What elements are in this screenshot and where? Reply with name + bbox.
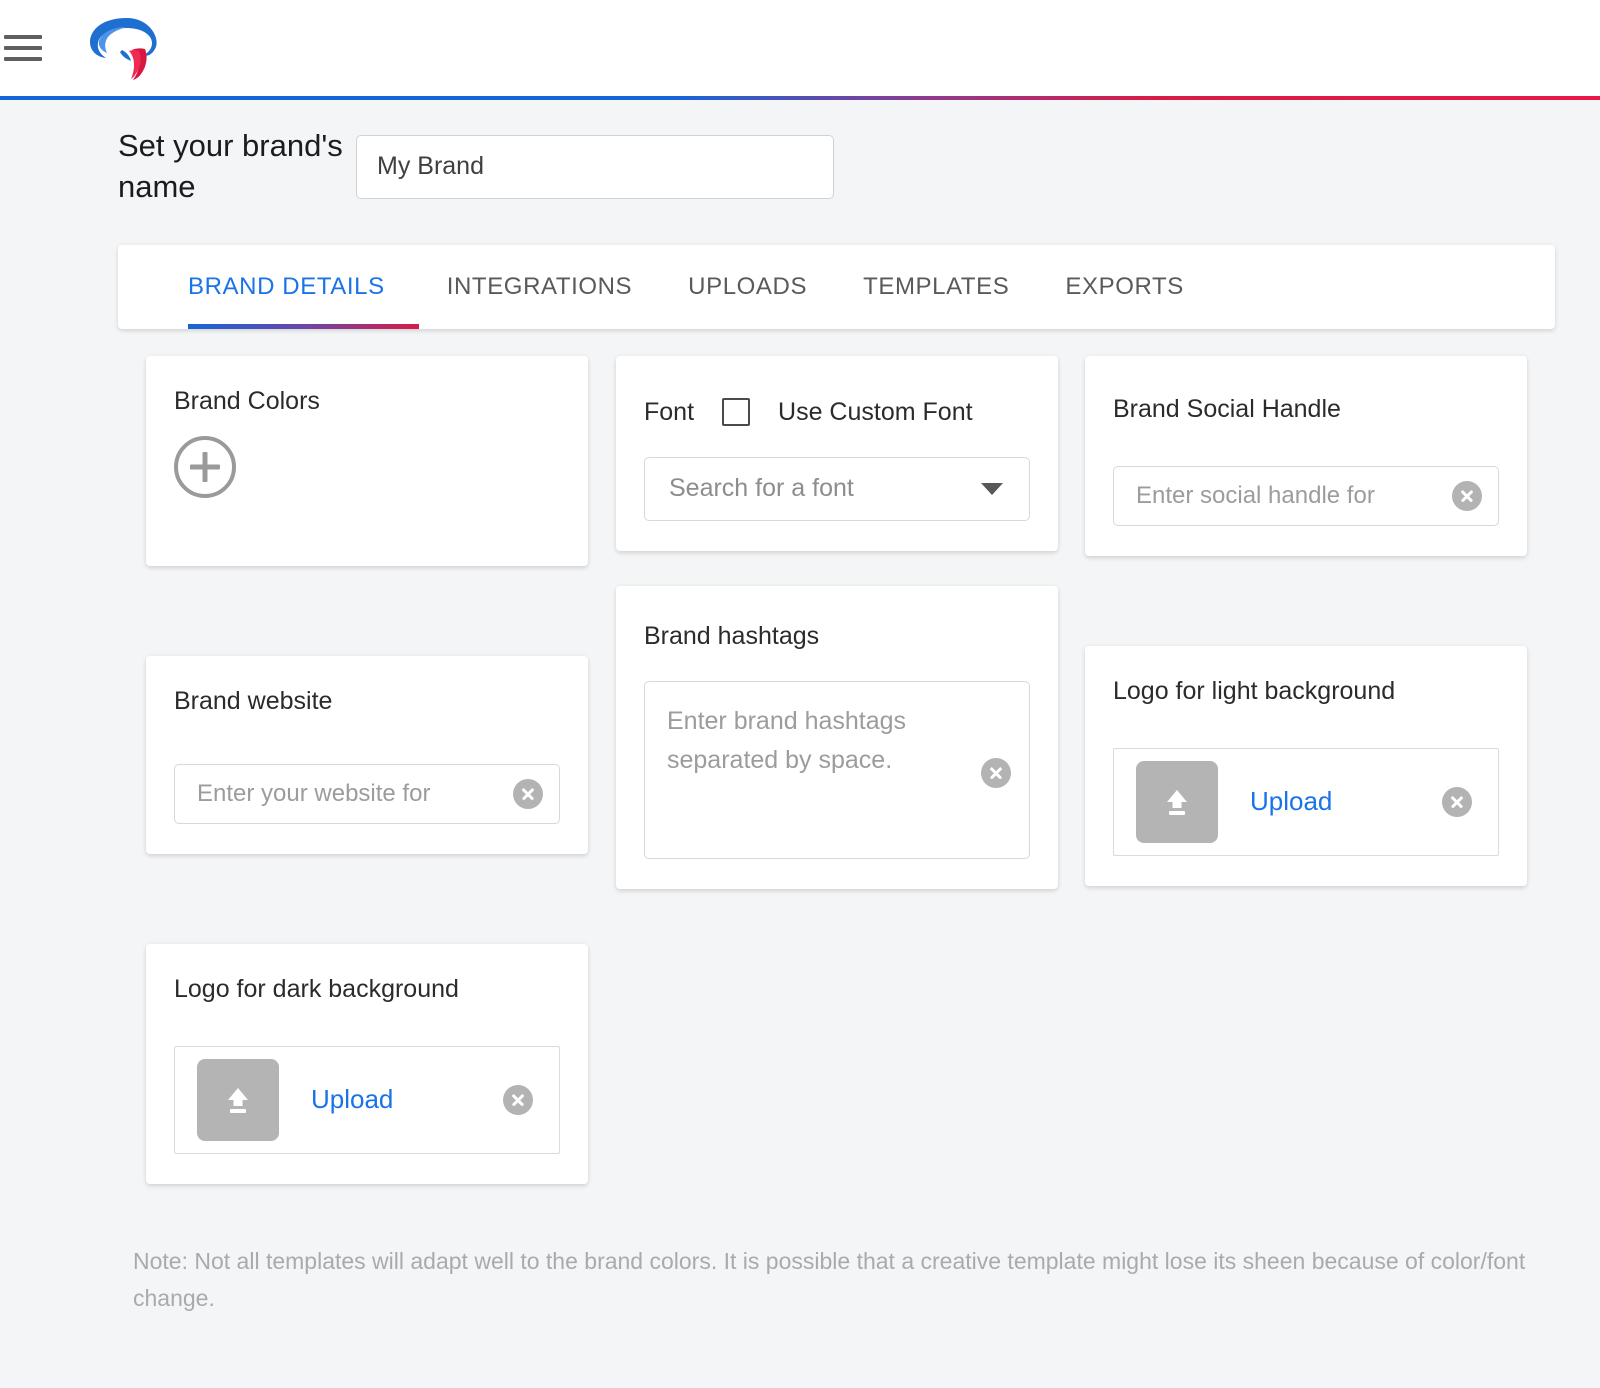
- brand-name-label: Set your brand's name: [118, 126, 352, 208]
- brand-website-input[interactable]: [175, 765, 513, 823]
- tab-label: INTEGRATIONS: [447, 273, 632, 301]
- logo-dark-upload-link[interactable]: Upload: [311, 1084, 503, 1115]
- clear-circle-icon[interactable]: [503, 1085, 533, 1115]
- card-logo-light: Logo for light background Upload: [1085, 646, 1527, 886]
- grid-column-middle: Font Use Custom Font Search for a font B…: [616, 356, 1058, 889]
- hamburger-line: [4, 35, 42, 39]
- brand-website-title: Brand website: [174, 686, 560, 716]
- upload-arrow-icon[interactable]: [197, 1059, 279, 1141]
- card-brand-website: Brand website: [146, 656, 588, 854]
- hamburger-line: [4, 46, 42, 50]
- clear-circle-icon[interactable]: [981, 758, 1011, 788]
- brand-hashtags-field[interactable]: Enter brand hashtags separated by space.: [644, 681, 1030, 859]
- top-bar: [0, 0, 1600, 96]
- card-font: Font Use Custom Font Search for a font: [616, 356, 1058, 551]
- brand-logo-icon[interactable]: [80, 10, 172, 86]
- tab-label: TEMPLATES: [863, 273, 1009, 301]
- brand-hashtags-placeholder: Enter brand hashtags separated by space.: [667, 702, 967, 780]
- clear-circle-icon[interactable]: [513, 779, 543, 809]
- footer-note: Note: Not all templates will adapt well …: [133, 1243, 1533, 1318]
- font-search-select[interactable]: Search for a font: [644, 457, 1030, 521]
- logo-dark-title: Logo for dark background: [174, 974, 560, 1004]
- tab-brand-details[interactable]: BRAND DETAILS: [188, 245, 419, 329]
- tab-bar: BRAND DETAILS INTEGRATIONS UPLOADS TEMPL…: [118, 245, 1555, 329]
- use-custom-font-checkbox[interactable]: [722, 398, 750, 426]
- font-header-row: Font Use Custom Font: [644, 398, 1030, 427]
- logo-light-title: Logo for light background: [1113, 676, 1499, 706]
- plus-circle-icon[interactable]: [174, 436, 236, 498]
- tab-templates[interactable]: TEMPLATES: [835, 245, 1037, 329]
- card-logo-dark: Logo for dark background Upload: [146, 944, 588, 1184]
- hamburger-menu-icon[interactable]: [4, 35, 44, 61]
- tab-integrations[interactable]: INTEGRATIONS: [419, 245, 660, 329]
- logo-light-upload-link[interactable]: Upload: [1250, 786, 1442, 817]
- tab-label: UPLOADS: [688, 273, 807, 301]
- grid-column-right: Brand Social Handle Logo for light backg…: [1085, 356, 1527, 886]
- brand-social-handle-title: Brand Social Handle: [1113, 394, 1499, 424]
- tab-exports[interactable]: EXPORTS: [1037, 245, 1211, 329]
- card-brand-social-handle: Brand Social Handle: [1085, 356, 1527, 556]
- chevron-down-icon[interactable]: [981, 483, 1003, 495]
- brand-hashtags-title: Brand hashtags: [644, 621, 1030, 651]
- brand-website-field[interactable]: [174, 764, 560, 824]
- brand-social-handle-field[interactable]: [1113, 466, 1499, 526]
- use-custom-font-label: Use Custom Font: [778, 398, 973, 427]
- hamburger-line: [4, 57, 42, 61]
- clear-circle-icon[interactable]: [1452, 481, 1482, 511]
- grid-column-left: Brand Colors Brand website Logo for dark…: [146, 356, 588, 1184]
- card-brand-colors: Brand Colors: [146, 356, 588, 566]
- brand-name-row: Set your brand's name: [0, 100, 1600, 208]
- brand-name-input[interactable]: [356, 135, 834, 199]
- font-label: Font: [644, 398, 694, 427]
- brand-social-handle-input[interactable]: [1114, 467, 1452, 525]
- font-search-placeholder: Search for a font: [645, 474, 981, 503]
- upload-arrow-icon[interactable]: [1136, 761, 1218, 843]
- card-brand-hashtags: Brand hashtags Enter brand hashtags sepa…: [616, 586, 1058, 889]
- logo-light-upload-box[interactable]: Upload: [1113, 748, 1499, 856]
- clear-circle-icon[interactable]: [1442, 787, 1472, 817]
- tab-label: BRAND DETAILS: [188, 273, 385, 301]
- logo-dark-upload-box[interactable]: Upload: [174, 1046, 560, 1154]
- tab-label: EXPORTS: [1065, 273, 1183, 301]
- tab-uploads[interactable]: UPLOADS: [660, 245, 835, 329]
- brand-colors-title: Brand Colors: [174, 386, 560, 416]
